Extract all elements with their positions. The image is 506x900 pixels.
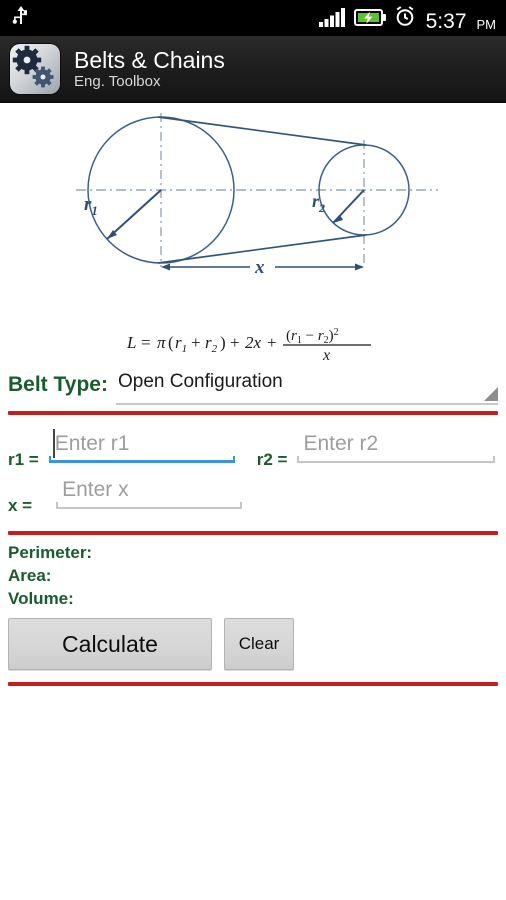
r1-field[interactable] [48,425,235,465]
main-content: r1 r2 x L = π ( r1 + r2 ) + 2x + (r1 − r… [0,105,506,900]
x-arrow-right [355,263,364,271]
r2-label: r2 [312,191,325,215]
input-row-r1-r2: r1 = r2 = [8,425,498,471]
r1-input[interactable] [48,428,235,460]
x-input[interactable] [56,474,243,506]
belt-type-label: Belt Type: [8,373,108,396]
belt-type-row: Belt Type: Open Configuration [0,367,506,405]
status-bar-right: 5:37 PM [318,5,497,33]
r1-underline [48,456,235,463]
buttons-row: Calculate Clear [0,610,506,670]
formula-svg: L = π ( r1 + r2 ) + 2x + (r1 − r2)2 x [126,327,371,364]
divider-bottom [8,682,498,686]
formula-r2: r2 [205,333,218,355]
formula-equals: = [141,333,151,352]
formula-denominator: x [322,347,330,364]
inputs-block: r1 = r2 = x = [0,415,506,517]
r1-label: r1 [84,194,98,218]
perimeter-result: Perimeter: [8,543,93,562]
clear-button[interactable]: Clear [224,618,294,670]
signal-bars-icon [318,7,347,32]
spinner-caret-icon [484,387,498,401]
formula-group-open: ( [168,333,174,352]
formula-2x: 2x [245,333,262,352]
formula-plus-2: + [230,333,240,352]
r1-radius-line [106,189,162,240]
r1-label: r1 = [8,450,39,469]
r2-input[interactable] [297,428,496,460]
input-row-x: x = [8,471,498,517]
formula-plus-3: + [267,333,277,352]
action-bar-titles: Belts & Chains Eng. Toolbox [74,47,225,91]
x-label: x = [8,496,33,515]
belt-diagram-container: r1 r2 x [0,105,506,320]
belt-length-formula: L = π ( r1 + r2 ) + 2x + (r1 − r2)2 x [0,320,506,365]
formula-pi: π [157,333,166,352]
app-title: Belts & Chains [74,46,225,73]
x-arrow-left [161,263,170,271]
x-label: x [254,257,265,278]
action-bar: Belts & Chains Eng. Toolbox [0,36,506,103]
app-subtitle: Eng. Toolbox [74,72,161,90]
status-bar-left [12,5,30,32]
formula-numerator: (r1 − r2)2 [286,327,339,346]
formula-r1: r1 [175,333,187,355]
status-bar: 5:37 PM [0,0,506,36]
gears-app-icon[interactable] [10,43,60,94]
r2-label: r2 = [256,450,288,469]
formula-plus-1: + [191,333,201,352]
belt-type-spinner[interactable]: Open Configuration [115,367,498,405]
alarm-clock-icon [394,5,416,32]
open-belt-configuration-diagram: r1 r2 x [76,113,438,278]
upper-belt-line [157,116,367,146]
belt-type-selected-value: Open Configuration [117,371,283,392]
x-field[interactable] [56,471,243,511]
volume-result: Volume: [8,589,74,608]
r2-field[interactable] [297,425,496,465]
formula-group-close: ) [220,333,226,352]
x-underline [56,502,243,509]
formula-lhs: L [126,333,136,352]
status-bar-ampm: PM [476,16,497,32]
results-block: Perimeter: Area: Volume: [0,535,506,610]
calculate-button[interactable]: Calculate [8,618,212,670]
status-bar-time: 5:37 [425,9,467,33]
area-result: Area: [8,566,52,585]
r2-underline [297,456,496,463]
battery-charging-icon [353,8,387,32]
usb-icon [12,5,30,32]
r2-arrowhead [333,215,343,223]
